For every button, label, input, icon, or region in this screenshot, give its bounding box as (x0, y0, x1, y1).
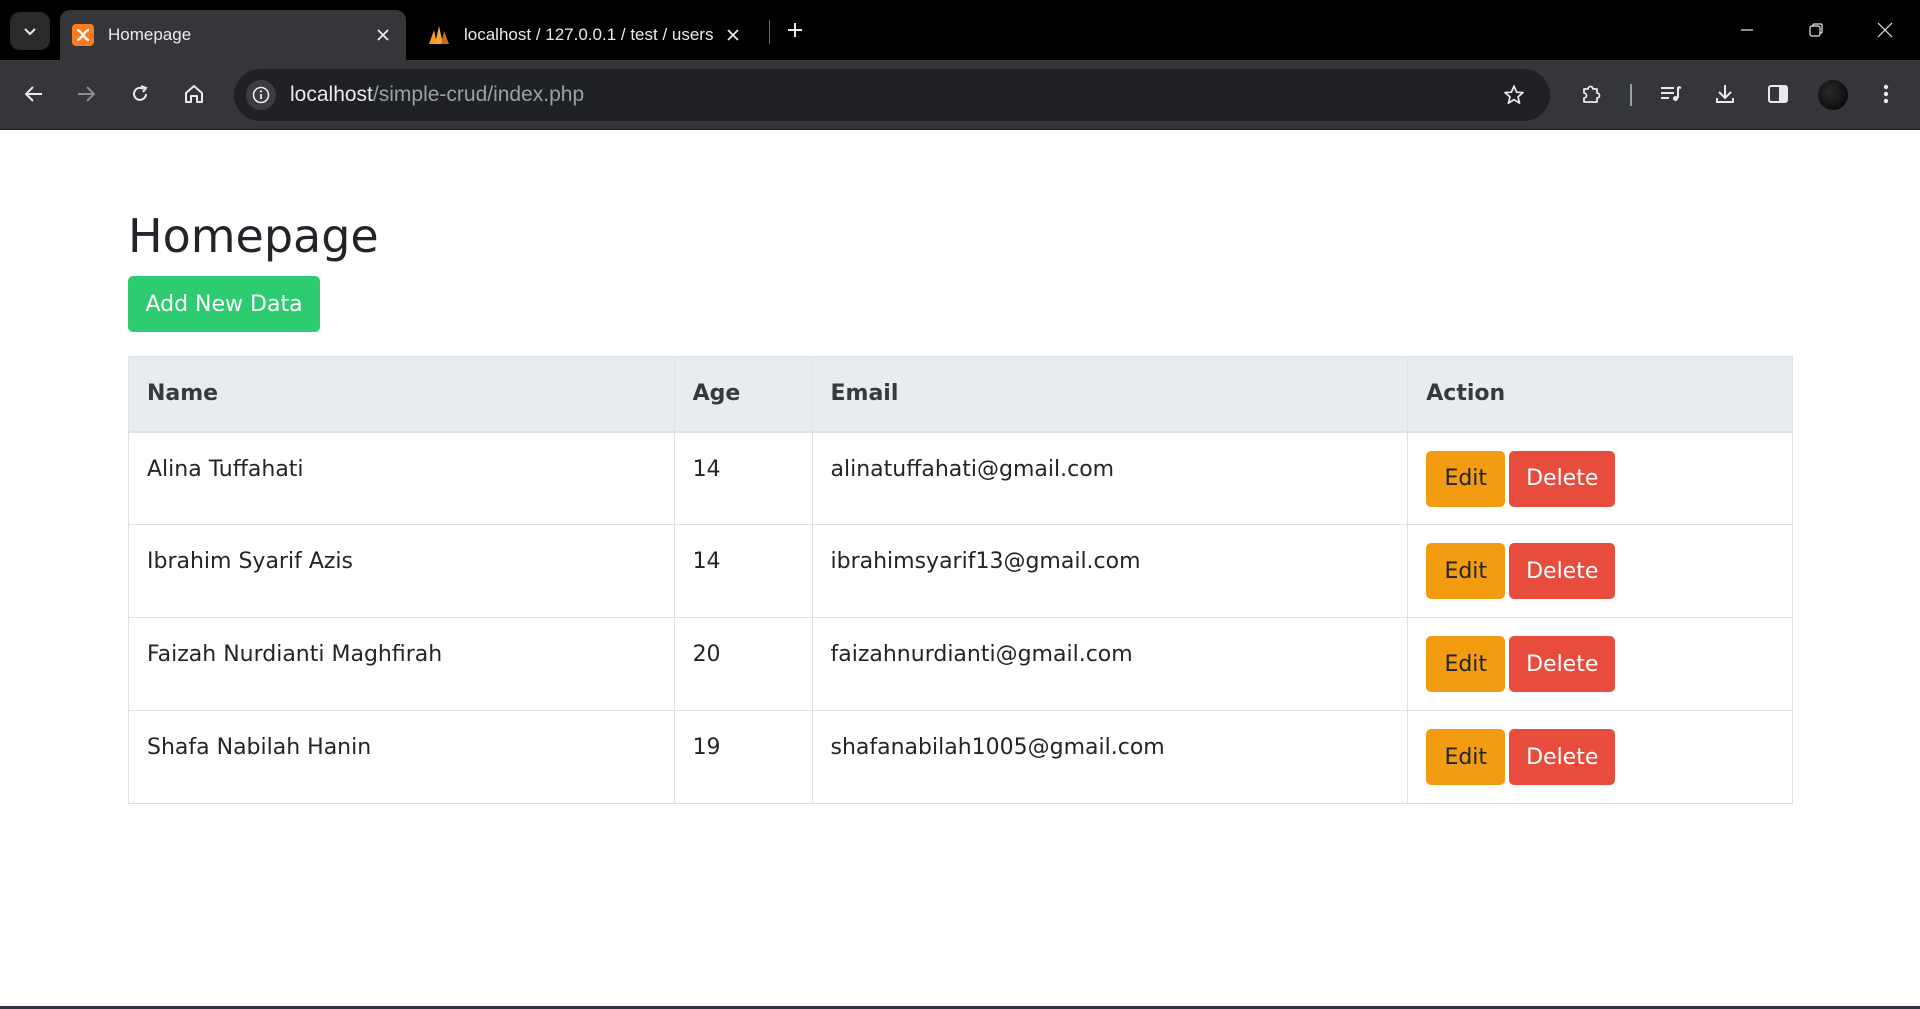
close-window-button[interactable] (1862, 10, 1908, 50)
arrow-right-icon (78, 86, 96, 102)
tab-homepage[interactable]: Homepage (60, 10, 406, 60)
cell-action: Edit Delete (1407, 617, 1793, 711)
site-info-icon[interactable] (246, 80, 276, 110)
reload-button[interactable] (120, 74, 160, 114)
close-tab-icon[interactable] (722, 24, 744, 46)
cell-email: alinatuffahati@gmail.com (811, 431, 1409, 525)
cell-age: 14 (673, 431, 813, 525)
url-host: localhost (290, 83, 373, 106)
back-button[interactable] (14, 74, 54, 114)
users-table: Name Age Email Action Alina Tuffahati 14… (128, 356, 1793, 804)
home-button[interactable] (174, 74, 214, 114)
cell-name: Faizah Nurdianti Maghfirah (128, 617, 675, 711)
arrow-left-icon (24, 86, 42, 102)
more-vertical-icon (1883, 84, 1889, 104)
cell-action: Edit Delete (1407, 710, 1793, 804)
edit-button[interactable]: Edit (1426, 729, 1506, 785)
chevron-down-icon (24, 28, 36, 36)
bookmark-star-icon[interactable] (1494, 75, 1534, 115)
phpmyadmin-icon (429, 26, 449, 44)
cell-action: Edit Delete (1407, 524, 1793, 618)
cell-name: Alina Tuffahati (128, 431, 675, 525)
add-new-data-button[interactable]: Add New Data (128, 276, 320, 332)
extensions-button[interactable] (1571, 74, 1611, 114)
column-header-name: Name (128, 356, 675, 433)
table-header-row: Name Age Email Action (128, 356, 1793, 433)
playlist-icon (1661, 86, 1682, 101)
table-row: Ibrahim Syarif Azis 14 ibrahimsyarif13@g… (128, 524, 1793, 618)
reload-icon (133, 85, 148, 101)
cell-action: Edit Delete (1407, 431, 1793, 525)
page-title: Homepage (128, 209, 379, 263)
table-row: Alina Tuffahati 14 alinatuffahati@gmail.… (128, 431, 1793, 525)
xampp-icon (72, 24, 94, 46)
table-row: Faizah Nurdianti Maghfirah 20 faizahnurd… (128, 617, 1793, 711)
delete-button[interactable]: Delete (1509, 636, 1616, 692)
side-panel-button[interactable] (1758, 74, 1798, 114)
tab-strip: Homepage localhost / 127.0.0.1 / test / … (0, 0, 1920, 60)
close-icon (1877, 22, 1893, 38)
cell-age: 14 (673, 524, 813, 618)
edit-button[interactable]: Edit (1426, 450, 1506, 507)
cell-age: 20 (673, 617, 813, 711)
restore-icon (1809, 23, 1823, 37)
media-control-button[interactable] (1651, 74, 1691, 114)
tab-title: Homepage (108, 25, 192, 44)
home-icon (185, 85, 203, 103)
tab-title: localhost / 127.0.0.1 / test / users (464, 25, 714, 44)
url-path: /simple-crud/index.php (372, 83, 585, 106)
column-header-email: Email (811, 356, 1409, 433)
tab-separator (769, 20, 770, 44)
cell-name: Ibrahim Syarif Azis (128, 524, 675, 618)
plus-icon (788, 23, 802, 37)
edit-button[interactable]: Edit (1426, 636, 1506, 692)
cell-email: faizahnurdianti@gmail.com (811, 617, 1409, 711)
column-header-action: Action (1407, 356, 1793, 433)
minimize-button[interactable] (1724, 10, 1770, 50)
menu-button[interactable] (1866, 74, 1906, 114)
download-icon (1716, 85, 1734, 103)
delete-button[interactable]: Delete (1509, 543, 1616, 599)
tab-search-button[interactable] (10, 12, 50, 50)
restore-button[interactable] (1793, 10, 1839, 50)
close-tab-icon[interactable] (372, 24, 394, 46)
downloads-button[interactable] (1705, 74, 1745, 114)
cell-email: shafanabilah1005@gmail.com (811, 710, 1409, 804)
table-row: Shafa Nabilah Hanin 19 shafanabilah1005@… (128, 710, 1793, 804)
forward-button[interactable] (66, 74, 106, 114)
cell-email: ibrahimsyarif13@gmail.com (811, 524, 1409, 618)
url-text[interactable]: localhost/simple-crud/index.php (290, 83, 1494, 107)
column-header-age: Age (673, 356, 813, 433)
new-tab-button[interactable] (780, 14, 810, 46)
page-content: Homepage Add New Data Name Age Email Act… (0, 131, 1920, 1009)
tab-phpmyadmin[interactable]: localhost / 127.0.0.1 / test / users (416, 10, 756, 60)
side-panel-icon (1768, 85, 1788, 103)
browser-toolbar: localhost/simple-crud/index.php (0, 60, 1920, 130)
delete-button[interactable]: Delete (1509, 729, 1616, 785)
profile-avatar[interactable] (1818, 80, 1848, 110)
toolbar-divider (1630, 84, 1632, 106)
edit-button[interactable]: Edit (1426, 543, 1506, 599)
address-bar[interactable]: localhost/simple-crud/index.php (234, 69, 1550, 121)
delete-button[interactable]: Delete (1509, 450, 1616, 507)
minimize-icon (1741, 29, 1753, 31)
cell-age: 19 (673, 710, 813, 804)
puzzle-icon (1583, 85, 1601, 103)
cell-name: Shafa Nabilah Hanin (128, 710, 675, 804)
